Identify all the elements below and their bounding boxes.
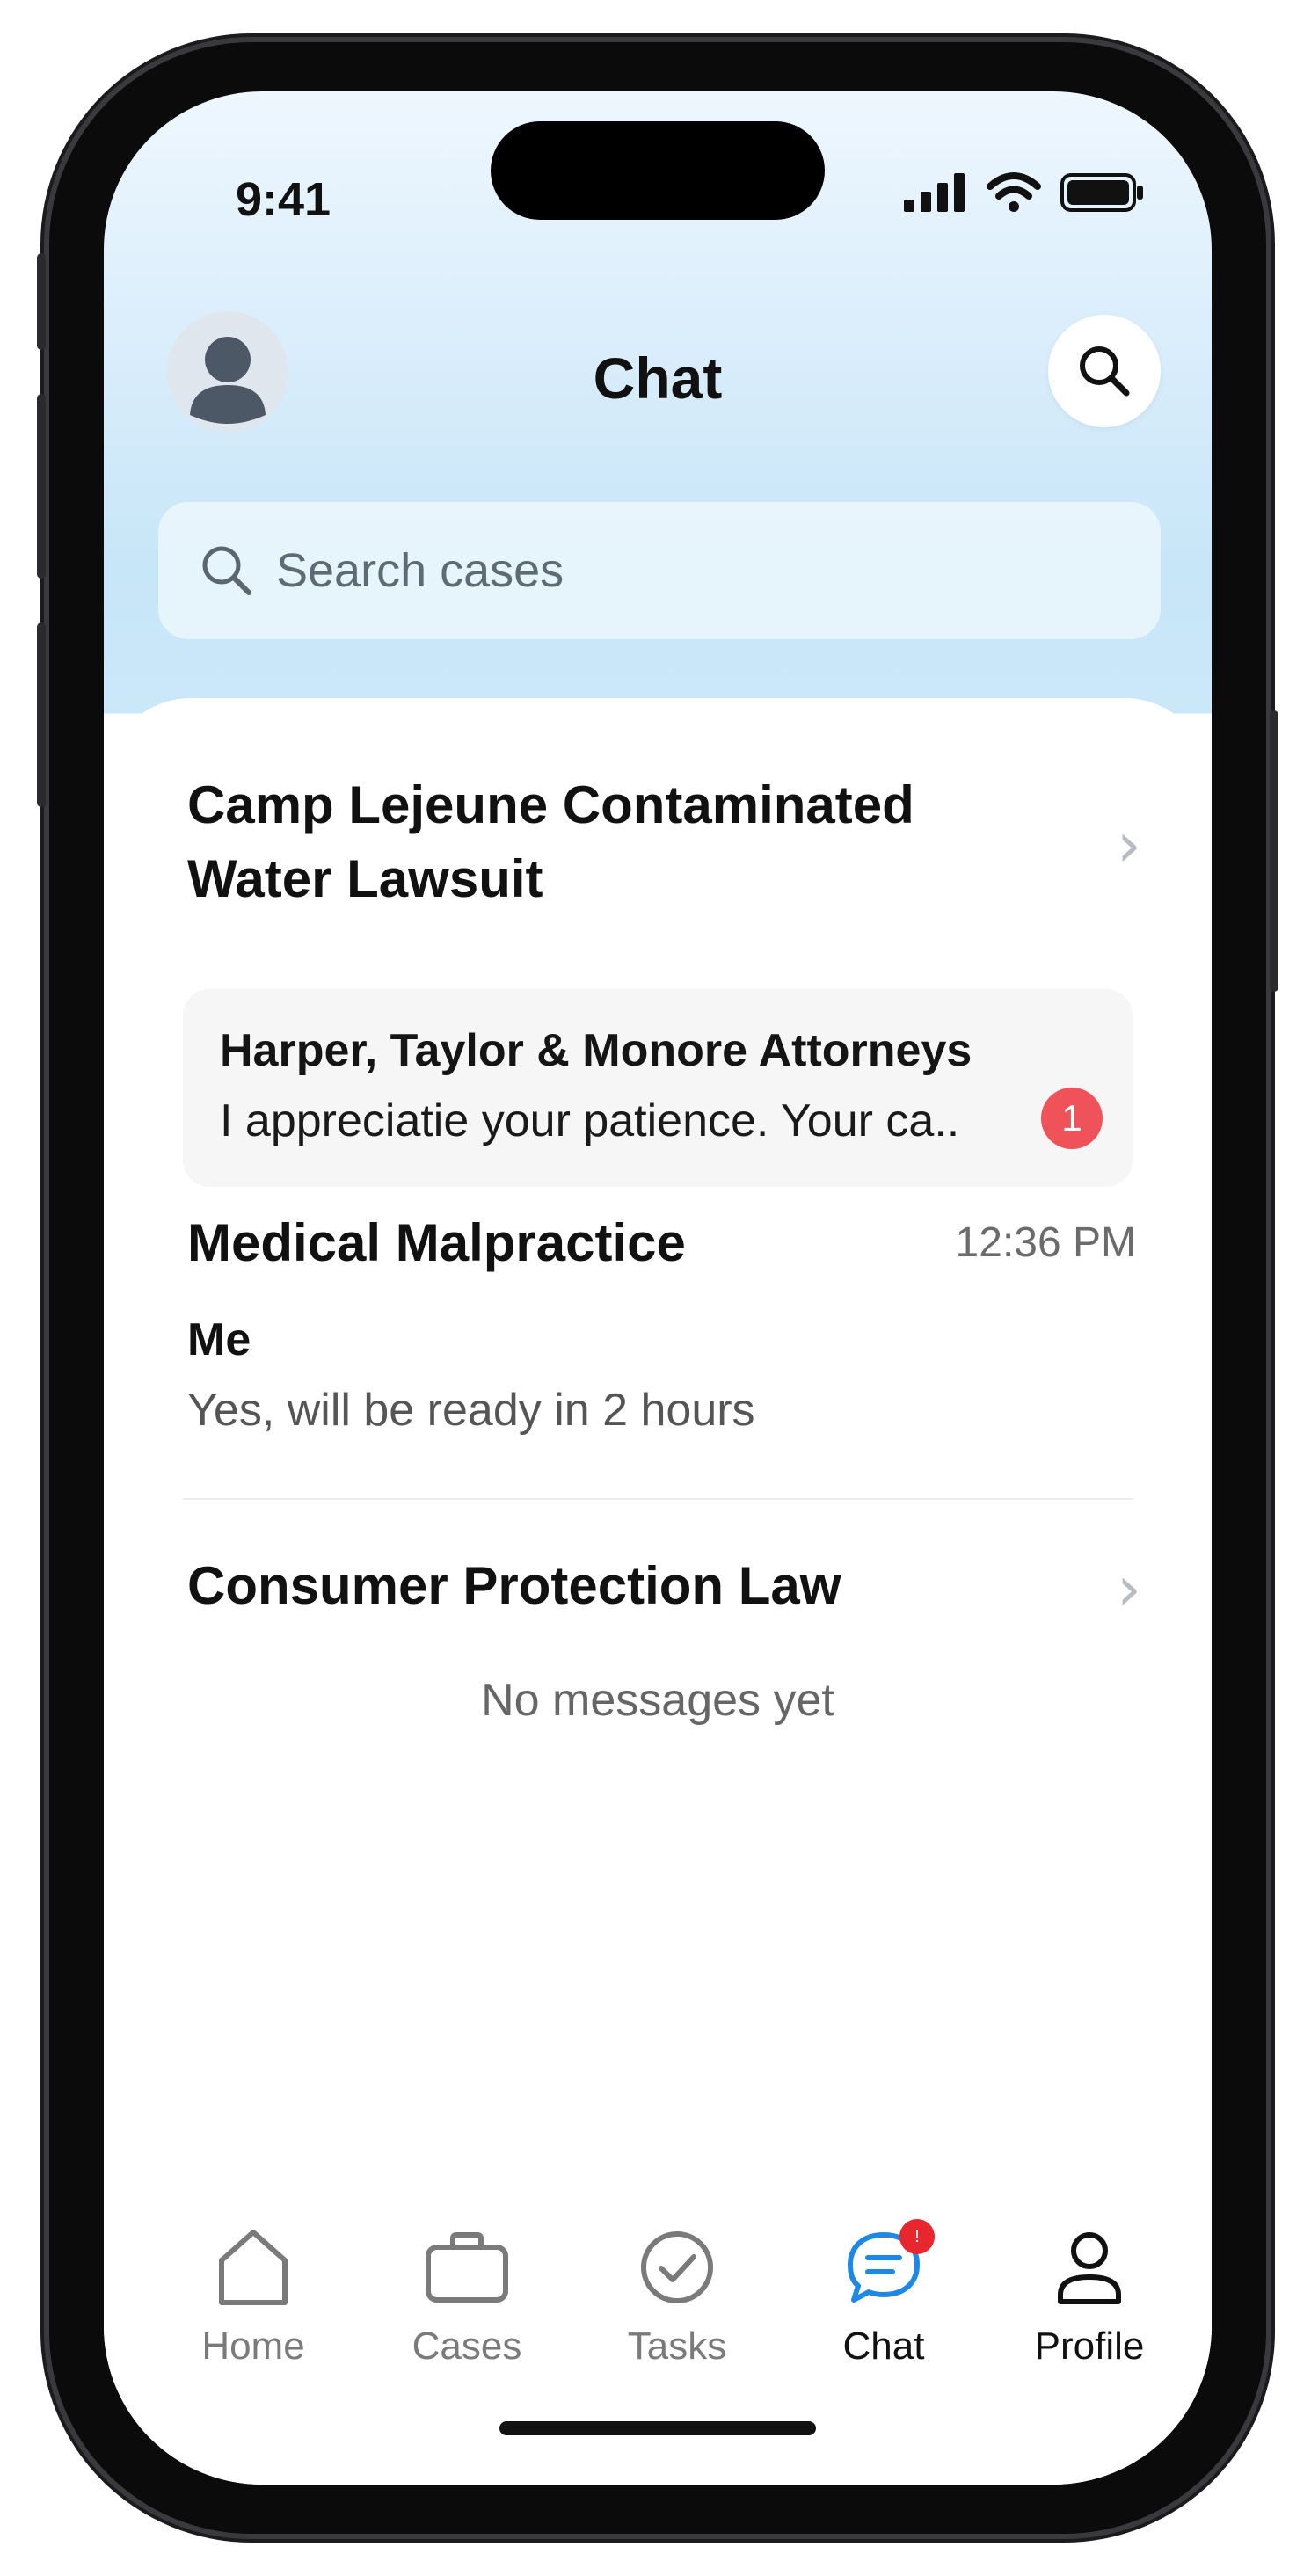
tab-label: Home bbox=[201, 2325, 305, 2368]
app-screen: 9:41 Chat Search cases Camp Lejeune Cont… bbox=[104, 91, 1212, 2485]
tab-chat[interactable]: ! Chat bbox=[796, 2219, 972, 2369]
chevron-right-icon[interactable]: › bbox=[1117, 809, 1141, 881]
tab-label: Profile bbox=[1034, 2325, 1145, 2368]
tab-cases[interactable]: Cases bbox=[379, 2219, 555, 2369]
tab-tasks[interactable]: Tasks bbox=[589, 2219, 765, 2369]
message-preview: Yes, will be ready in 2 hours bbox=[187, 1385, 755, 1436]
tab-label: Cases bbox=[412, 2325, 522, 2368]
chevron-right-icon[interactable]: › bbox=[1117, 1553, 1141, 1625]
list-divider bbox=[183, 1498, 1133, 1500]
chat-notification-badge: ! bbox=[899, 2219, 935, 2254]
page-title: Chat bbox=[593, 346, 723, 411]
dynamic-island bbox=[491, 121, 825, 220]
search-icon bbox=[1080, 346, 1130, 397]
search-bar[interactable] bbox=[158, 502, 1161, 639]
case-title: Camp Lejeune Contaminated Water Lawsuit bbox=[187, 775, 914, 908]
tab-home[interactable]: Home bbox=[165, 2219, 341, 2369]
unread-badge: 1 bbox=[1041, 1088, 1103, 1149]
tab-profile[interactable]: Profile bbox=[1001, 2219, 1177, 2369]
case-title: Consumer Protection Law bbox=[187, 1556, 841, 1615]
status-time: 9:41 bbox=[236, 173, 331, 226]
empty-state-text: No messages yet bbox=[481, 1675, 834, 1726]
message-preview-card[interactable]: Harper, Taylor & Monore Attorneys I appr… bbox=[183, 989, 1133, 1187]
check-circle-icon bbox=[641, 2231, 713, 2303]
mute-switch bbox=[37, 253, 46, 350]
header-search-button[interactable] bbox=[1048, 315, 1161, 427]
tab-label: Chat bbox=[842, 2325, 925, 2368]
volume-up-button bbox=[37, 394, 46, 579]
message-preview: I appreciatie your patience. Your ca.. bbox=[220, 1095, 960, 1146]
volume-down-button bbox=[37, 622, 46, 807]
home-icon bbox=[219, 2230, 288, 2305]
message-time: 12:36 PM bbox=[955, 1219, 1136, 1266]
power-button bbox=[1270, 710, 1278, 992]
header: Chat bbox=[104, 311, 1212, 434]
signal-icon bbox=[904, 173, 965, 212]
bottom-tab-bar: Home Cases Tasks ! Chat Profile bbox=[104, 2219, 1212, 2395]
home-indicator[interactable] bbox=[499, 2421, 816, 2435]
briefcase-icon bbox=[426, 2232, 508, 2303]
case-title: Medical Malpractice bbox=[187, 1213, 686, 1272]
message-sender: Harper, Taylor & Monore Attorneys bbox=[220, 1025, 972, 1076]
status-icons bbox=[904, 172, 1145, 213]
person-icon bbox=[1058, 2232, 1121, 2304]
search-input[interactable] bbox=[274, 542, 1069, 599]
case-chat-list: Camp Lejeune Contaminated Water Lawsuit … bbox=[104, 698, 1212, 2485]
battery-icon bbox=[1060, 173, 1143, 212]
search-icon bbox=[199, 542, 255, 599]
phone-frame: 9:41 Chat Search cases Camp Lejeune Cont… bbox=[37, 42, 1278, 2534]
message-sender: Me bbox=[187, 1314, 251, 1365]
tab-label: Tasks bbox=[627, 2325, 727, 2368]
wifi-icon bbox=[987, 172, 1041, 212]
